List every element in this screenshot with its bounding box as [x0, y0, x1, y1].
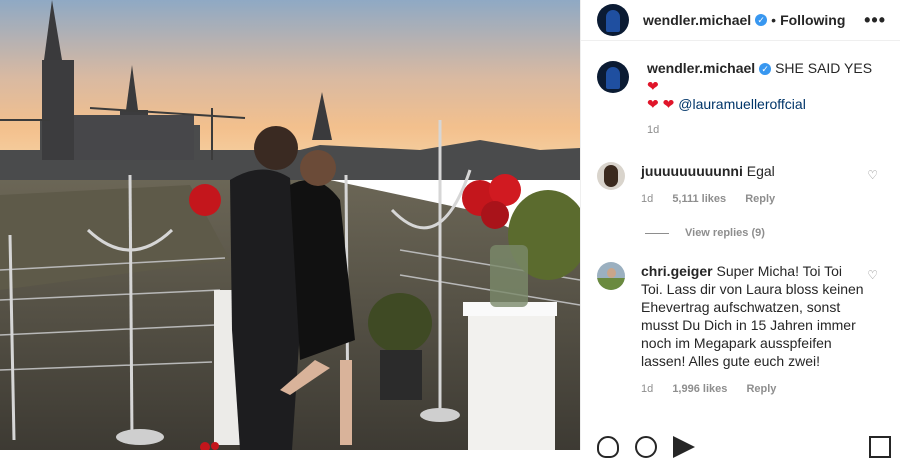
comment-timestamp[interactable]: 1d: [641, 383, 653, 395]
more-options-icon[interactable]: •••: [864, 10, 886, 31]
commenter-avatar[interactable]: [597, 162, 625, 190]
comment-likes[interactable]: 1,996 likes: [672, 383, 727, 395]
caption-username[interactable]: wendler.michael: [647, 60, 755, 76]
reply-button[interactable]: Reply: [745, 193, 775, 205]
post-header: wendler.michael ✓ • Following •••: [581, 0, 900, 41]
replies-divider: [645, 232, 669, 234]
comment-like-heart-icon[interactable]: ♡: [867, 268, 878, 282]
share-send-icon[interactable]: [673, 436, 695, 458]
post-sidebar: wendler.michael ✓ • Following ••• wendle…: [580, 0, 900, 458]
post-caption: wendler.michael ✓ SHE SAID YES ❤ ❤ ❤ @lau…: [581, 41, 900, 139]
comment-item: juuuuuuuuunni Egal 1d 5,111 likes Reply …: [597, 162, 886, 208]
comment-likes[interactable]: 5,111 likes: [672, 193, 726, 205]
caption-timestamp[interactable]: 1d: [647, 121, 884, 139]
comment-text: Egal: [746, 163, 775, 179]
following-button[interactable]: Following: [780, 12, 845, 28]
view-replies-label: View replies (9): [685, 227, 765, 239]
commenter-username[interactable]: chri.geiger: [641, 263, 713, 279]
post-photo[interactable]: [0, 0, 580, 450]
author-username[interactable]: wendler.michael: [643, 12, 751, 28]
reply-button[interactable]: Reply: [746, 383, 776, 395]
caption-avatar[interactable]: [597, 61, 629, 93]
rooftop-proposal-image: [0, 0, 580, 450]
comment-like-heart-icon[interactable]: ♡: [867, 168, 878, 182]
post-action-bar: [597, 436, 891, 458]
verified-badge-icon: ✓: [755, 14, 768, 26]
heart-emoji-icon: ❤: [647, 78, 659, 94]
verified-badge-icon: ✓: [759, 63, 772, 76]
commenter-username[interactable]: juuuuuuuuunni: [641, 163, 743, 179]
comment-item: chri.geiger Super Micha! Toi Toi Toi. La…: [597, 262, 886, 398]
view-replies-button[interactable]: View replies (9): [645, 227, 765, 239]
separator-dot: •: [771, 12, 777, 28]
caption-text: SHE SAID YES: [775, 60, 873, 76]
comment-bubble-icon[interactable]: [635, 436, 657, 458]
comment-timestamp[interactable]: 1d: [641, 193, 653, 205]
author-avatar[interactable]: [597, 4, 629, 36]
save-bookmark-icon[interactable]: [869, 436, 891, 458]
heart-emoji-icon: ❤: [647, 96, 659, 112]
like-heart-icon[interactable]: [597, 436, 619, 458]
heart-emoji-icon: ❤: [662, 96, 675, 112]
caption-mention-link[interactable]: @lauramuelleroffcial: [678, 96, 806, 112]
commenter-avatar[interactable]: [597, 262, 625, 290]
